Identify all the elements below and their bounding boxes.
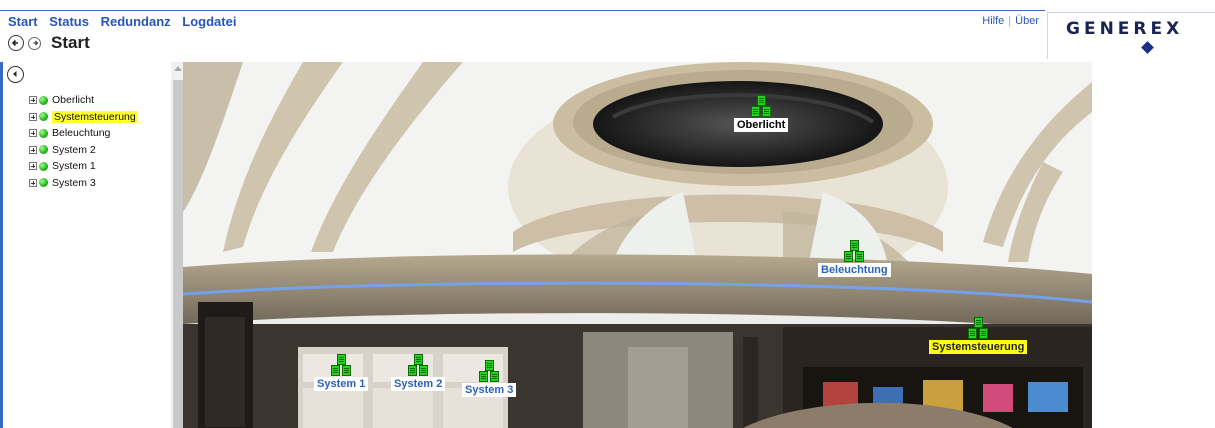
top-bar: Start Status Redundanz Logdatei Hilfe | Üb… xyxy=(0,0,1215,59)
about-link[interactable]: Über xyxy=(1015,15,1039,27)
server-icon xyxy=(968,328,978,339)
device-tree: Oberlicht Systemsteuerung Beleuchtung Sy… xyxy=(29,92,138,191)
marker-system-3[interactable]: System 3 xyxy=(462,360,517,397)
forward-button[interactable] xyxy=(28,36,41,50)
server-icon xyxy=(337,354,347,365)
tree-item-system-1[interactable]: System 1 xyxy=(29,158,138,175)
status-dot-icon xyxy=(39,128,48,138)
back-icon xyxy=(11,39,18,47)
server-icon xyxy=(855,251,865,262)
help-link[interactable]: Hilfe xyxy=(982,15,1004,27)
menu-start[interactable]: Start xyxy=(8,14,38,29)
menu-status[interactable]: Status xyxy=(49,14,89,29)
tree-item-oberlicht[interactable]: Oberlicht xyxy=(29,92,138,109)
collapse-panel-button[interactable] xyxy=(7,66,24,83)
marker-beleuchtung[interactable]: Beleuchtung xyxy=(818,240,891,277)
expand-icon[interactable] xyxy=(29,145,37,154)
expand-icon[interactable] xyxy=(29,129,37,138)
tree-item-label[interactable]: Systemsteuerung xyxy=(52,110,138,123)
collapse-icon xyxy=(13,71,17,77)
server-group-icon xyxy=(476,360,502,382)
server-icon xyxy=(414,354,424,365)
server-icon xyxy=(331,365,341,376)
nav-row: Start xyxy=(8,33,90,53)
marker-system-1[interactable]: System 1 xyxy=(314,354,369,391)
status-dot-icon xyxy=(39,161,48,171)
server-icon xyxy=(974,317,984,328)
server-icon xyxy=(751,106,761,117)
tree-item-label[interactable]: Oberlicht xyxy=(52,94,94,106)
server-icon xyxy=(419,365,429,376)
page-title: Start xyxy=(51,33,90,52)
menu-logdatei[interactable]: Logdatei xyxy=(182,14,236,29)
scroll-up-arrow-icon[interactable] xyxy=(174,66,182,71)
server-icon xyxy=(342,365,352,376)
status-dot-icon xyxy=(39,112,48,122)
marker-label[interactable]: Systemsteuerung xyxy=(929,340,1028,354)
expand-icon[interactable] xyxy=(29,96,37,105)
server-group-icon xyxy=(405,354,431,376)
status-dot-icon xyxy=(39,178,48,188)
tree-item-systemsteuerung[interactable]: Systemsteuerung xyxy=(29,109,138,126)
tree-item-system-3[interactable]: System 3 xyxy=(29,175,138,192)
tree-item-system-2[interactable]: System 2 xyxy=(29,142,138,159)
server-icon xyxy=(485,360,495,371)
server-icon xyxy=(479,371,489,382)
server-group-icon xyxy=(328,354,354,376)
scroll-thumb[interactable] xyxy=(173,80,183,428)
marker-systemsteuerung[interactable]: Systemsteuerung xyxy=(929,317,1028,354)
server-group-icon xyxy=(965,317,991,339)
top-border xyxy=(0,10,1045,11)
marker-label[interactable]: Oberlicht xyxy=(734,118,789,132)
logo-text: GENEREX xyxy=(1066,19,1184,39)
logo: GENEREX xyxy=(1047,12,1215,59)
marker-label[interactable]: System 1 xyxy=(314,377,369,391)
server-group-icon xyxy=(748,95,774,117)
server-icon xyxy=(979,328,989,339)
help-separator: | xyxy=(1008,15,1012,27)
marker-label[interactable]: Beleuchtung xyxy=(818,263,891,277)
expand-icon[interactable] xyxy=(29,112,37,121)
tree-item-label[interactable]: Beleuchtung xyxy=(52,127,110,139)
tree-item-label[interactable]: System 2 xyxy=(52,144,96,156)
server-icon xyxy=(757,95,767,106)
server-icon xyxy=(408,365,418,376)
overview-map: Oberlicht Beleuchtung Systemsteuerung Sy… xyxy=(183,62,1092,428)
forward-icon xyxy=(32,40,38,46)
expand-icon[interactable] xyxy=(29,178,37,187)
marker-oberlicht[interactable]: Oberlicht xyxy=(734,95,789,132)
main-menu: Start Status Redundanz Logdatei xyxy=(8,14,244,29)
server-icon xyxy=(844,251,854,262)
tree-item-label[interactable]: System 3 xyxy=(52,177,96,189)
logo-diamond-icon xyxy=(1141,41,1154,54)
server-icon xyxy=(850,240,860,251)
status-dot-icon xyxy=(39,145,48,155)
status-dot-icon xyxy=(39,95,48,105)
tree-item-beleuchtung[interactable]: Beleuchtung xyxy=(29,125,138,142)
menu-redundanz[interactable]: Redundanz xyxy=(101,14,171,29)
server-group-icon xyxy=(841,240,867,262)
marker-label[interactable]: System 3 xyxy=(462,383,517,397)
tree-panel: Oberlicht Systemsteuerung Beleuchtung Sy… xyxy=(0,62,186,428)
marker-system-2[interactable]: System 2 xyxy=(391,354,446,391)
server-icon xyxy=(762,106,772,117)
server-icon xyxy=(490,371,500,382)
help-links: Hilfe | Über xyxy=(982,15,1039,27)
expand-icon[interactable] xyxy=(29,162,37,171)
marker-label[interactable]: System 2 xyxy=(391,377,446,391)
back-button[interactable] xyxy=(8,35,24,51)
tree-item-label[interactable]: System 1 xyxy=(52,160,96,172)
